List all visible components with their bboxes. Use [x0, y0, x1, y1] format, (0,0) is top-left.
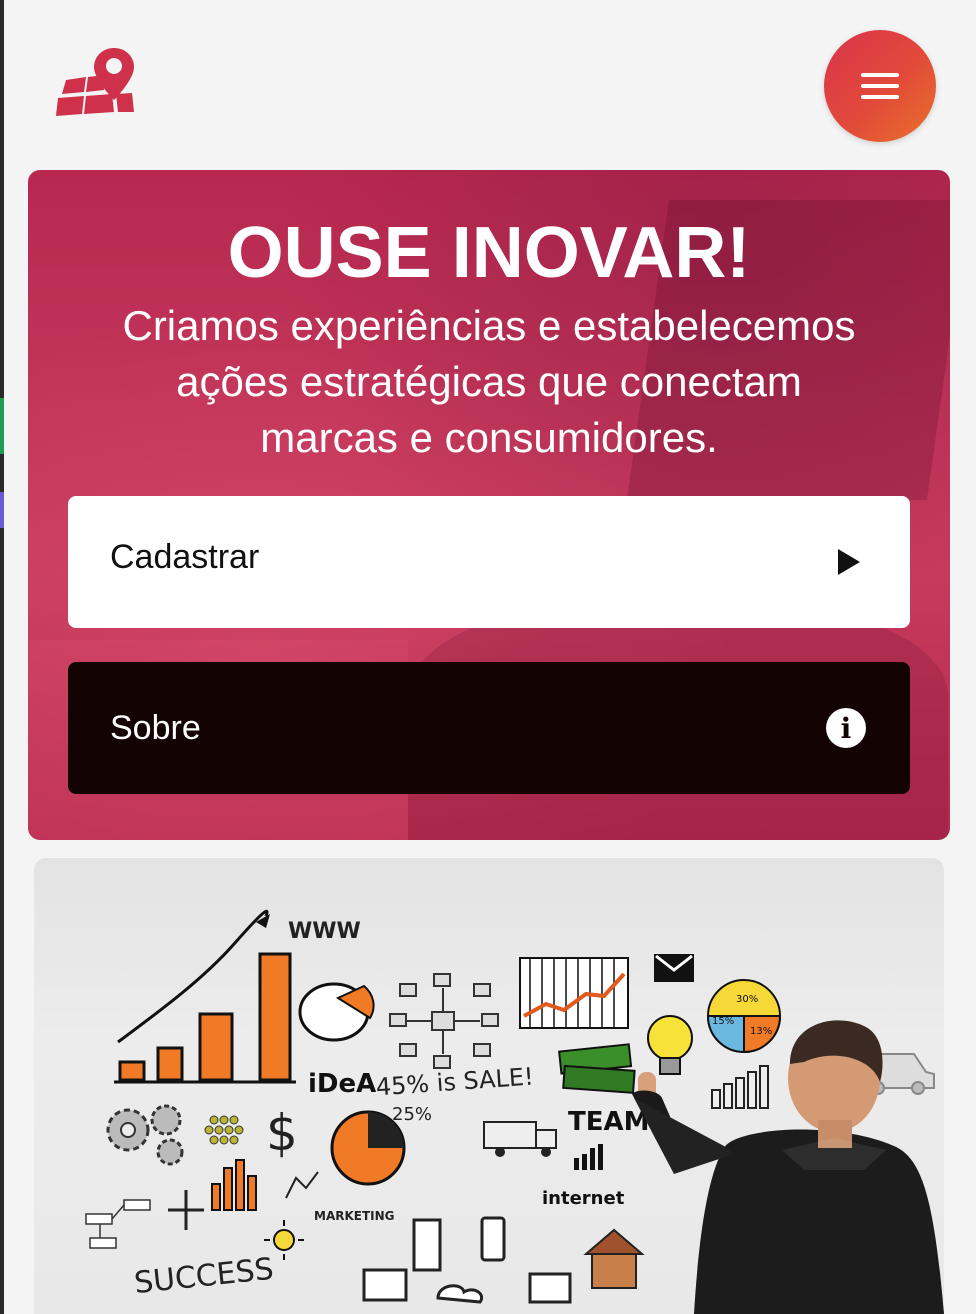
- truck-icon: [483, 1121, 557, 1157]
- hero-subtitle-line: marcas e consumidores.: [260, 414, 718, 461]
- pie-label: 30%: [736, 994, 758, 1005]
- flowchart-icon: [85, 1199, 151, 1249]
- small-bar-chart-icon: [211, 1159, 257, 1211]
- team-text: TEAM: [568, 1107, 650, 1137]
- crosshair-icon: [168, 1190, 204, 1230]
- success-text: SUCCESS: [132, 1252, 275, 1301]
- idea-text: iDeA: [308, 1069, 376, 1099]
- cadastrar-label: Cadastrar: [110, 537, 260, 576]
- house-icon: [583, 1228, 645, 1289]
- info-icon: i: [826, 708, 866, 748]
- gears-icon: [106, 1104, 184, 1166]
- pie-label: 13%: [750, 1026, 772, 1037]
- mail-icon: [654, 954, 694, 982]
- www-text: WWW: [288, 919, 361, 944]
- lightbulb-icon: [647, 1015, 693, 1075]
- right-bar-chart-icon: [711, 1065, 769, 1109]
- play-icon: [838, 549, 860, 575]
- pie-label: 15%: [712, 1016, 734, 1027]
- hero-subtitle-line: ações estratégicas que conectam: [176, 358, 802, 405]
- hero-subtitle-line: Criamos experiências e estabelecemos: [122, 302, 856, 349]
- dollar-icon: $: [266, 1104, 298, 1162]
- location-pin-logo-icon[interactable]: [56, 44, 136, 118]
- site-header: [0, 0, 976, 160]
- sobre-label: Sobre: [110, 708, 201, 747]
- team-bars-icon: [574, 1144, 603, 1170]
- edge-marker-purple: [0, 492, 4, 528]
- dots-icon: [204, 1115, 244, 1145]
- percent-text: 25%: [392, 1104, 432, 1125]
- growth-chart-icon: [114, 909, 296, 1084]
- edge-marker-green: [0, 398, 4, 454]
- orange-pie-icon: [330, 1110, 406, 1186]
- money-stack-icon: [558, 1043, 636, 1094]
- hero-banner: OUSE INOVAR! Criamos experiências e esta…: [28, 170, 950, 840]
- line-graph-icon: [285, 1171, 319, 1199]
- business-illustration: WWW 30% 15% 13% iDeA 45% is SALE! 25% $ …: [34, 858, 944, 1314]
- menu-button[interactable]: [824, 30, 936, 142]
- percentage-pie-icon: 30% 15% 13%: [706, 979, 782, 1054]
- marketing-text: MARKETING: [314, 1209, 395, 1223]
- devices-icon: [362, 1216, 572, 1304]
- pie-chart-icon: [298, 982, 375, 1042]
- cadastrar-button[interactable]: Cadastrar: [68, 496, 910, 628]
- hero-subtitle: Criamos experiências e estabelecemos açõ…: [68, 298, 910, 466]
- trend-chart-icon: [519, 957, 629, 1029]
- window-edge: [0, 0, 4, 1314]
- hamburger-menu-icon: [861, 73, 899, 99]
- internet-text: internet: [542, 1188, 625, 1209]
- hero-title: OUSE INOVAR!: [227, 213, 751, 293]
- sale-text: 45% is SALE!: [375, 1062, 535, 1101]
- network-diagram-icon: [389, 973, 499, 1069]
- sobre-button[interactable]: Sobre i: [68, 662, 910, 794]
